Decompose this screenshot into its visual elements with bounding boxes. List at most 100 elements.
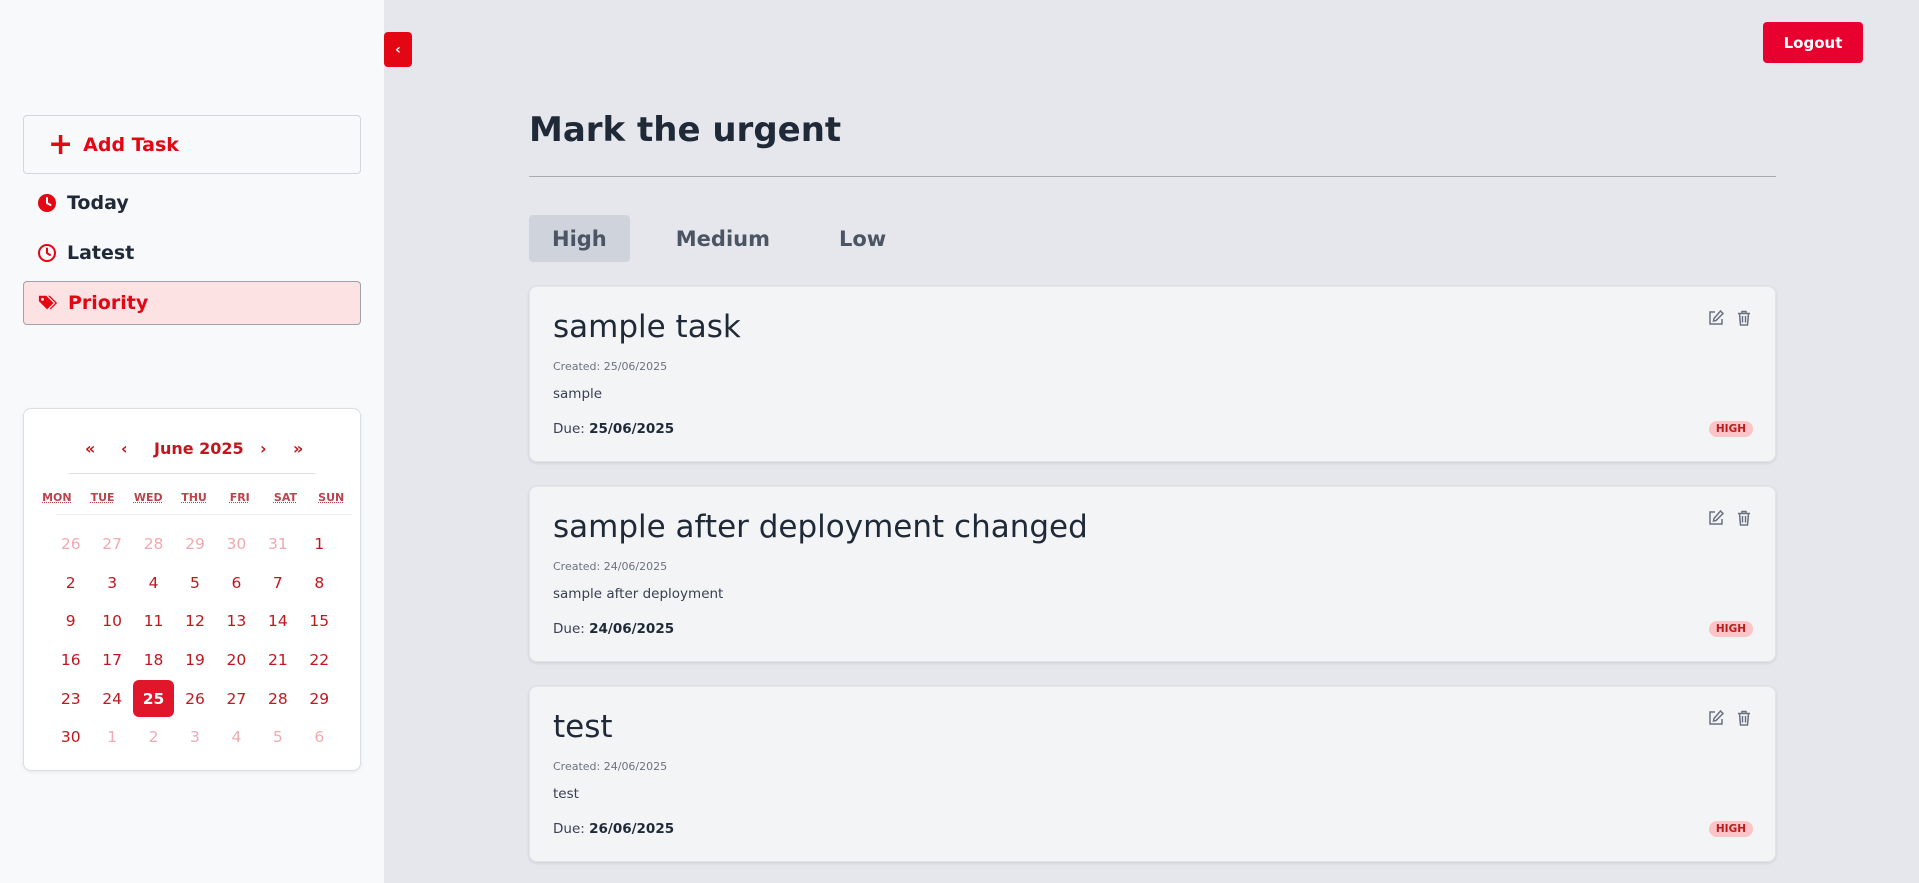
calendar-day[interactable]: 15 — [299, 602, 340, 641]
trash-icon[interactable] — [1735, 309, 1753, 327]
next-month-button[interactable]: › — [260, 439, 267, 458]
calendar-day[interactable]: 2 — [50, 564, 91, 603]
calendar-day[interactable]: 16 — [50, 641, 91, 680]
calendar-day[interactable]: 28 — [257, 679, 298, 718]
calendar-day[interactable]: 26 — [50, 525, 91, 564]
calendar-day[interactable]: 6 — [299, 718, 340, 757]
task-created: Created: 24/06/2025 — [553, 760, 668, 773]
task-created: Created: 24/06/2025 — [553, 560, 668, 573]
edit-icon[interactable] — [1707, 309, 1725, 327]
sidebar-item-label: Today — [67, 192, 129, 214]
prev-year-button[interactable]: « — [85, 439, 95, 458]
calendar-day[interactable]: 29 — [299, 679, 340, 718]
weekday-label: WED — [133, 491, 163, 504]
weekday-label: SUN — [318, 491, 345, 504]
calendar-day[interactable]: 1 — [299, 525, 340, 564]
calendar-day[interactable]: 24 — [91, 679, 132, 718]
task-due: Due: 24/06/2025 — [553, 621, 674, 637]
weekday-label: THU — [181, 491, 207, 504]
calendar-day[interactable]: 27 — [91, 525, 132, 564]
calendar-day[interactable]: 30 — [216, 525, 257, 564]
trash-icon[interactable] — [1735, 509, 1753, 527]
due-prefix: Due: — [553, 421, 590, 437]
add-task-label: Add Task — [83, 133, 179, 156]
calendar-day[interactable]: 6 — [216, 564, 257, 603]
add-task-button[interactable]: + Add Task — [23, 115, 361, 174]
calendar-day[interactable]: 26 — [174, 679, 215, 718]
calendar-day[interactable]: 9 — [50, 602, 91, 641]
calendar-day[interactable]: 28 — [133, 525, 174, 564]
due-prefix: Due: — [553, 621, 590, 637]
calendar-day[interactable]: 30 — [50, 718, 91, 757]
calendar-day[interactable]: 3 — [91, 564, 132, 603]
calendar-day[interactable]: 18 — [133, 641, 174, 680]
edit-icon[interactable] — [1707, 509, 1725, 527]
month-label[interactable]: June 2025 — [154, 439, 244, 458]
sidebar-item-priority[interactable]: Priority — [23, 281, 361, 325]
calendar-day[interactable]: 3 — [174, 718, 215, 757]
calendar-day[interactable]: 27 — [216, 679, 257, 718]
chevron-left-icon: ‹ — [395, 41, 401, 58]
tab-medium[interactable]: Medium — [653, 215, 793, 262]
task-card: test Created: 24/06/2025 test Due: 26/06… — [529, 686, 1776, 862]
due-date: 26/06/2025 — [589, 821, 675, 837]
task-actions — [1707, 509, 1753, 527]
priority-badge: HIGH — [1708, 621, 1753, 637]
prev-month-button[interactable]: ‹ — [121, 439, 128, 458]
calendar-day[interactable]: 11 — [133, 602, 174, 641]
task-title: sample task — [553, 309, 741, 345]
calendar-day[interactable]: 31 — [257, 525, 298, 564]
trash-icon[interactable] — [1735, 709, 1753, 727]
tab-high[interactable]: High — [529, 215, 630, 262]
calendar-weekdays: MON TUE WED THU FRI SAT SUN — [34, 491, 354, 504]
calendar: « ‹ June 2025 › » MON TUE WED THU FRI SA… — [23, 408, 361, 771]
task-actions — [1707, 709, 1753, 727]
calendar-day[interactable]: 22 — [299, 641, 340, 680]
calendar-day[interactable]: 23 — [50, 679, 91, 718]
calendar-day[interactable]: 10 — [91, 602, 132, 641]
calendar-day[interactable]: 2 — [133, 718, 174, 757]
sidebar-item-latest[interactable]: Latest — [23, 231, 361, 275]
calendar-day[interactable]: 19 — [174, 641, 215, 680]
task-due: Due: 26/06/2025 — [553, 821, 674, 837]
calendar-day[interactable]: 21 — [257, 641, 298, 680]
next-year-button[interactable]: » — [293, 439, 303, 458]
sidebar: + Add Task Today Latest Priority « ‹ Jun… — [0, 0, 384, 883]
due-date: 24/06/2025 — [589, 621, 675, 637]
task-title: sample after deployment changed — [553, 509, 1088, 545]
edit-icon[interactable] — [1707, 709, 1725, 727]
calendar-day[interactable]: 14 — [257, 602, 298, 641]
divider — [529, 176, 1776, 177]
calendar-day[interactable]: 29 — [174, 525, 215, 564]
calendar-day[interactable]: 13 — [216, 602, 257, 641]
calendar-day[interactable]: 4 — [216, 718, 257, 757]
calendar-day[interactable]: 20 — [216, 641, 257, 680]
calendar-day-selected[interactable]: 25 — [132, 680, 175, 717]
task-card: sample after deployment changed Created:… — [529, 486, 1776, 662]
logout-button[interactable]: Logout — [1763, 22, 1863, 63]
priority-badge: HIGH — [1708, 821, 1753, 837]
calendar-day[interactable]: 7 — [257, 564, 298, 603]
calendar-day[interactable]: 12 — [174, 602, 215, 641]
calendar-day[interactable]: 17 — [91, 641, 132, 680]
divider — [69, 473, 315, 474]
task-created: Created: 25/06/2025 — [553, 360, 668, 373]
calendar-day[interactable]: 5 — [174, 564, 215, 603]
calendar-day[interactable]: 8 — [299, 564, 340, 603]
task-due: Due: 25/06/2025 — [553, 421, 674, 437]
sidebar-item-today[interactable]: Today — [23, 181, 361, 225]
calendar-day[interactable]: 1 — [91, 718, 132, 757]
clock-solid-icon — [37, 193, 57, 213]
tags-icon — [38, 293, 58, 313]
due-prefix: Due: — [553, 821, 590, 837]
divider — [56, 514, 352, 515]
sidebar-item-label: Latest — [67, 242, 135, 264]
calendar-day[interactable]: 5 — [257, 718, 298, 757]
tab-low[interactable]: Low — [816, 215, 909, 262]
task-actions — [1707, 309, 1753, 327]
collapse-sidebar-button[interactable]: ‹ — [384, 32, 412, 67]
task-card: sample task Created: 25/06/2025 sample D… — [529, 286, 1776, 462]
task-title: test — [553, 709, 613, 745]
weekday-label: TUE — [90, 491, 115, 504]
calendar-day[interactable]: 4 — [133, 564, 174, 603]
